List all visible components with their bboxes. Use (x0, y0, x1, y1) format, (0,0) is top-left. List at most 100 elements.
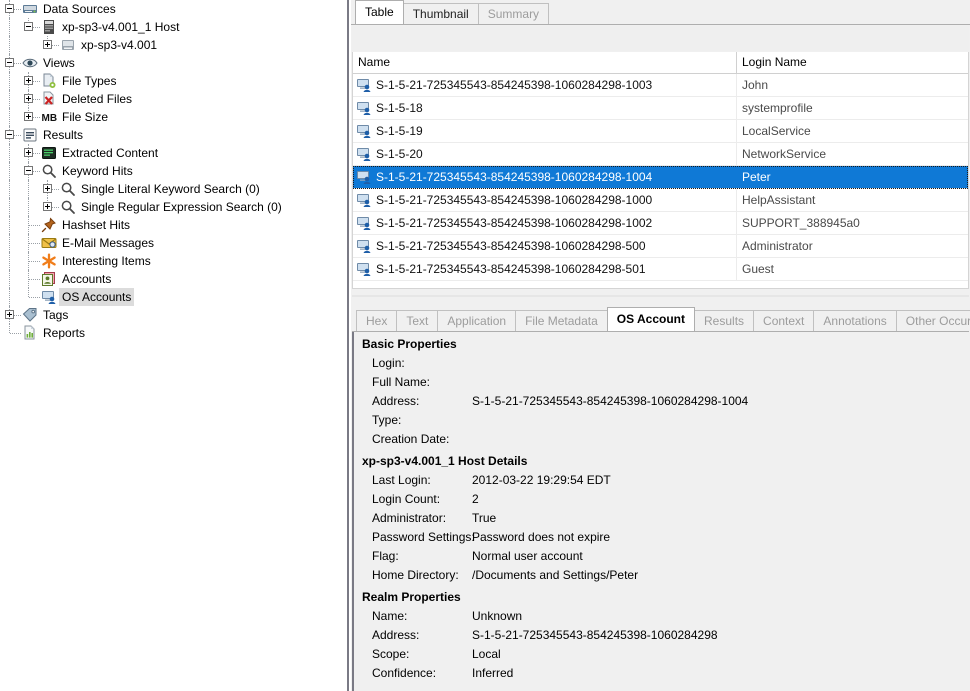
table-row[interactable]: S-1-5-19LocalService (353, 120, 968, 143)
tree-toggle-plus-icon[interactable] (43, 202, 52, 211)
property-label: Address: (372, 392, 472, 411)
tree-toggle-plus-icon[interactable] (24, 112, 33, 121)
cell-login-name: NetworkService (737, 143, 968, 165)
file-size-mb-icon: MB (41, 109, 57, 125)
tree-item-accounts[interactable]: Accounts (0, 270, 347, 288)
property-row: Password Settings:Password does not expi… (354, 528, 969, 547)
property-row: Full Name: (354, 373, 969, 392)
deleted-files-icon (41, 91, 57, 107)
tree-toggle-minus-icon[interactable] (5, 4, 14, 13)
tree-item-file-types[interactable]: File Types (0, 72, 347, 90)
tree-item-single-literal-keyword-search[interactable]: Single Literal Keyword Search (0) (0, 180, 347, 198)
tab-table[interactable]: Table (355, 0, 404, 24)
tree-item-email-messages[interactable]: E-Mail Messages (0, 234, 347, 252)
data-sources-icon (22, 1, 38, 17)
tab-label: Annotations (823, 314, 886, 328)
tree-guide-line (9, 324, 11, 333)
cell-name-text: S-1-5-21-725345543-854245398-1060284298-… (376, 235, 646, 257)
tree-item-extracted-content[interactable]: Extracted Content (0, 144, 347, 162)
table-row[interactable]: S-1-5-21-725345543-854245398-1060284298-… (353, 166, 968, 189)
tree-toggle-plus-icon[interactable] (24, 94, 33, 103)
tree-guide-line (9, 162, 11, 180)
tree-toggle-minus-icon[interactable] (24, 22, 33, 31)
tree-toggle-minus-icon[interactable] (24, 166, 33, 175)
cell-login-name: LocalService (737, 120, 968, 142)
tree-guide-line (9, 108, 11, 126)
file-types-icon (41, 73, 57, 89)
tags-icon (22, 307, 38, 323)
tree-item-host[interactable]: xp-sp3-v4.001_1 Host (0, 18, 347, 36)
tab-label: Context (763, 314, 804, 328)
results-table[interactable]: Name Login Name S-1-5-21-725345543-85424… (352, 52, 969, 289)
property-row: Login Count:2 (354, 490, 969, 509)
tree-toggle-plus-icon[interactable] (43, 184, 52, 193)
tree-guide-line (29, 279, 40, 281)
tree-item-reports[interactable]: Reports (0, 324, 347, 342)
tree-item-hashset-hits[interactable]: Hashset Hits (0, 216, 347, 234)
table-row[interactable]: S-1-5-21-725345543-854245398-1060284298-… (353, 258, 968, 281)
tree-toggle-minus-icon[interactable] (5, 58, 14, 67)
tree-toggle-minus-icon[interactable] (5, 130, 14, 139)
section-host-details-title: xp-sp3-v4.001_1 Host Details (354, 449, 969, 471)
tree-toggle-plus-icon[interactable] (5, 310, 14, 319)
column-header-name[interactable]: Name (353, 52, 737, 73)
os-account-row-icon (356, 238, 372, 254)
tab-os-account[interactable]: OS Account (607, 307, 695, 331)
tree-guide-line (29, 243, 40, 245)
cell-name-text: S-1-5-18 (376, 97, 423, 119)
horizontal-splitter[interactable] (351, 291, 970, 301)
tree-item-single-regular-expression-search[interactable]: Single Regular Expression Search (0) (0, 198, 347, 216)
tree-item-os-accounts[interactable]: OS Accounts (0, 288, 347, 306)
tree-item-results[interactable]: Results (0, 126, 347, 144)
tree-item-file-size[interactable]: MBFile Size (0, 108, 347, 126)
table-row[interactable]: S-1-5-21-725345543-854245398-1060284298-… (353, 74, 968, 97)
magnifier-icon (60, 181, 76, 197)
tree-guide-line (9, 144, 11, 162)
tree-guide-line (9, 90, 11, 108)
property-label: Name: (372, 607, 472, 626)
result-viewer-tabstrip[interactable]: TableThumbnailSummary (351, 0, 970, 25)
property-label: Password Settings: (372, 528, 472, 547)
tree-item-data-sources[interactable]: Data Sources (0, 0, 347, 18)
property-label: Login Count: (372, 490, 472, 509)
tree-item-disk-image[interactable]: xp-sp3-v4.001 (0, 36, 347, 54)
section-basic-properties-title: Basic Properties (354, 332, 969, 354)
os-account-row-icon (356, 100, 372, 116)
table-row[interactable]: S-1-5-21-725345543-854245398-1060284298-… (353, 235, 968, 258)
property-row: Login: (354, 354, 969, 373)
tree-item-label: OS Accounts (59, 288, 134, 306)
table-row[interactable]: S-1-5-20NetworkService (353, 143, 968, 166)
directory-tree-panel[interactable]: Data Sourcesxp-sp3-v4.001_1 Hostxp-sp3-v… (0, 0, 347, 691)
property-value: /Documents and Settings/Peter (472, 566, 638, 585)
property-label: Administrator: (372, 509, 472, 528)
tree-item-views[interactable]: Views (0, 54, 347, 72)
tab-results: Results (694, 310, 754, 331)
tree-toggle-plus-icon[interactable] (24, 76, 33, 85)
host-icon (41, 19, 57, 35)
tree-guide-line (9, 198, 11, 216)
table-row[interactable]: S-1-5-21-725345543-854245398-1060284298-… (353, 212, 968, 235)
tree-item-tags[interactable]: Tags (0, 306, 347, 324)
os-account-row-icon (356, 261, 372, 277)
cell-name-text: S-1-5-21-725345543-854245398-1060284298-… (376, 258, 646, 280)
column-header-login-name[interactable]: Login Name (737, 52, 968, 73)
disk-image-icon (60, 37, 76, 53)
property-row: Last Login:2012-03-22 19:29:54 EDT (354, 471, 969, 490)
tree-item-deleted-files[interactable]: Deleted Files (0, 90, 347, 108)
property-value: Inferred (472, 664, 513, 683)
property-row: Name:Unknown (354, 607, 969, 626)
table-row[interactable]: S-1-5-18systemprofile (353, 97, 968, 120)
tree-guide-line (10, 333, 21, 335)
cell-name: S-1-5-21-725345543-854245398-1060284298-… (353, 166, 737, 188)
tab-thumbnail[interactable]: Thumbnail (403, 3, 479, 24)
reports-icon (22, 325, 38, 341)
tree-toggle-plus-icon[interactable] (24, 148, 33, 157)
os-account-row-icon (356, 169, 372, 185)
os-account-row-icon (356, 123, 372, 139)
content-viewer-tabstrip[interactable]: HexTextApplicationFile MetadataOS Accoun… (352, 307, 969, 332)
tree-item-keyword-hits[interactable]: Keyword Hits (0, 162, 347, 180)
tree-toggle-plus-icon[interactable] (43, 40, 52, 49)
table-row[interactable]: S-1-5-21-725345543-854245398-1060284298-… (353, 189, 968, 212)
tab-label: Thumbnail (413, 7, 469, 21)
tree-item-interesting-items[interactable]: Interesting Items (0, 252, 347, 270)
